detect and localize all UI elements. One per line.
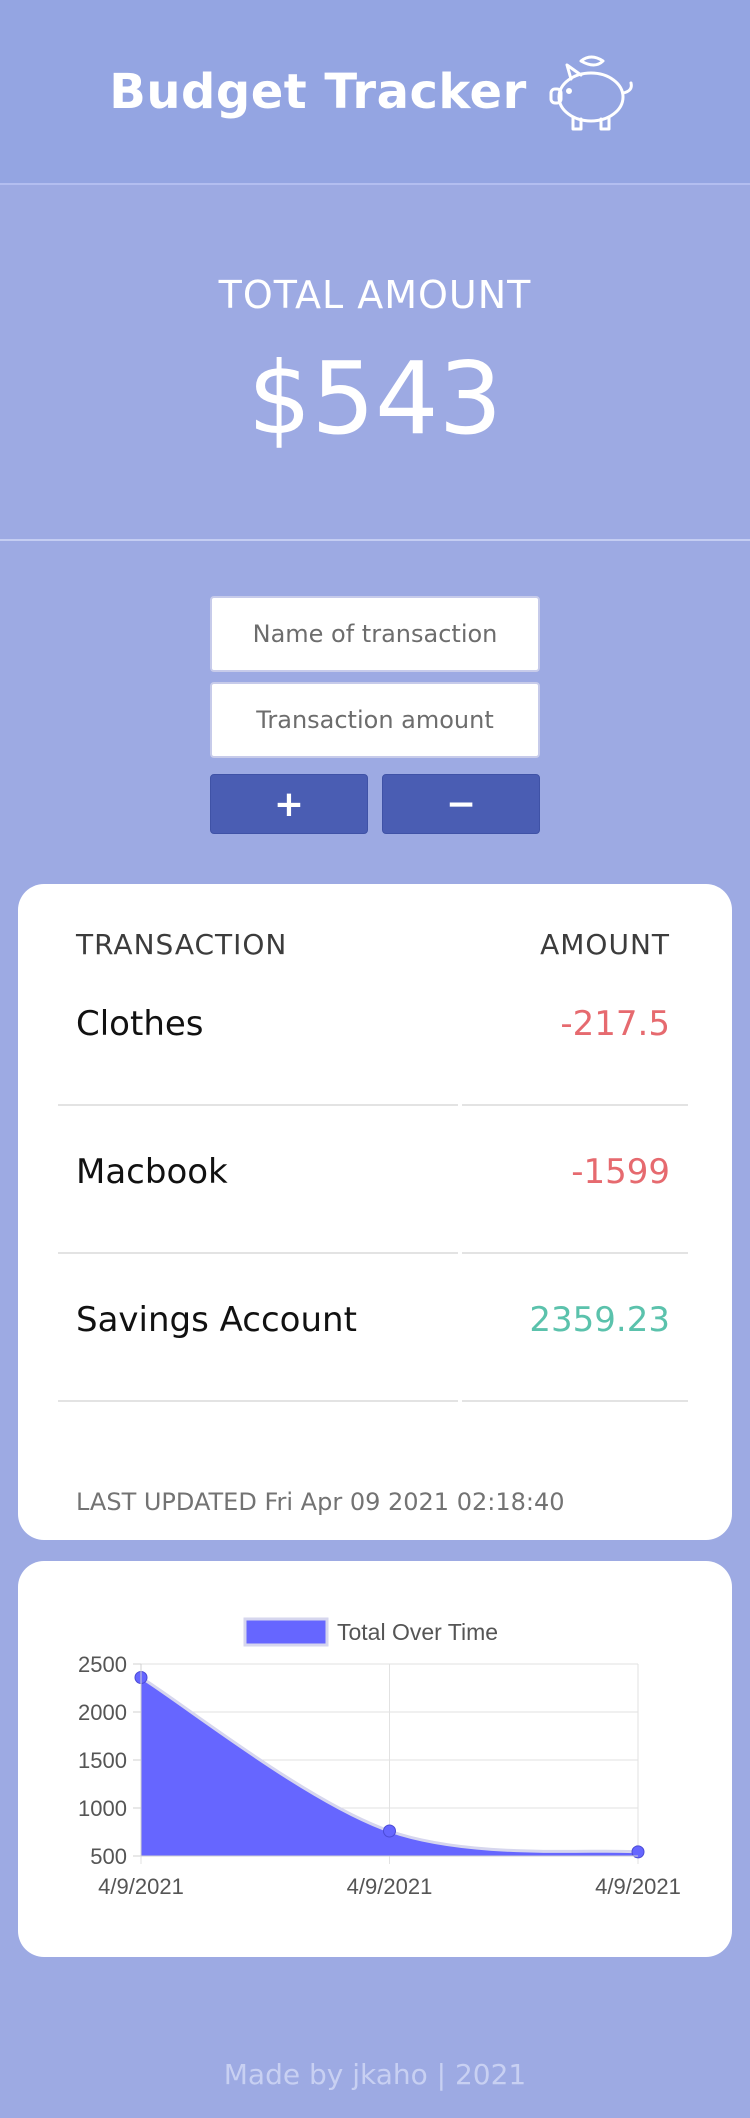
y-tick-label: 1000 <box>78 1796 127 1821</box>
y-tick-label: 2000 <box>78 1700 127 1725</box>
add-funds-button[interactable]: + <box>210 774 368 834</box>
transaction-column-header: TRANSACTION <box>76 928 288 961</box>
total-over-time-chart: 500 1000 1500 2000 2500 4/9/2021 4/9/2021 4/9/2… <box>78 1617 681 1899</box>
y-tick-label: 2500 <box>78 1652 127 1677</box>
y-tick-label: 500 <box>90 1844 127 1869</box>
subtract-funds-button[interactable]: − <box>382 774 540 834</box>
data-point[interactable] <box>383 1824 396 1838</box>
transactions-card: TRANSACTION AMOUNT Clothes -217.5 Macboo… <box>18 884 732 1540</box>
transaction-amount: 2359.23 <box>529 1300 670 1340</box>
total-section: TOTAL AMOUNT $543 <box>0 185 750 541</box>
transaction-amount: -217.5 <box>560 1004 670 1044</box>
y-tick-label: 1500 <box>78 1748 127 1773</box>
footer-credit: Made by jkaho | 2021 <box>223 2058 527 2091</box>
transaction-amount-input[interactable] <box>210 682 540 758</box>
piggy-bank-icon <box>549 55 633 130</box>
app-header: Budget Tracker <box>0 0 750 185</box>
transaction-name: Savings Account <box>76 1300 357 1340</box>
total-amount-value: $543 <box>247 340 503 457</box>
amount-column-header: AMOUNT <box>540 928 670 961</box>
row-divider <box>58 1400 458 1402</box>
table-row: Macbook -1599 <box>58 1106 688 1254</box>
total-amount-label: TOTAL AMOUNT <box>218 273 532 317</box>
transaction-name-input[interactable] <box>210 596 540 672</box>
table-row: Clothes -217.5 <box>58 958 688 1106</box>
row-divider <box>462 1400 688 1402</box>
legend-label[interactable]: Total Over Time <box>337 1619 498 1645</box>
transaction-amount: -1599 <box>571 1152 670 1192</box>
last-updated-text: LAST UPDATED Fri Apr 09 2021 02:18:40 <box>76 1488 565 1516</box>
x-tick-label: 4/9/2021 <box>347 1874 433 1899</box>
x-tick-label: 4/9/2021 <box>595 1874 681 1899</box>
transaction-name: Macbook <box>76 1152 228 1192</box>
x-tick-label: 4/9/2021 <box>98 1874 184 1899</box>
legend-swatch[interactable] <box>243 1617 329 1647</box>
table-row: Savings Account 2359.23 <box>58 1254 688 1402</box>
transaction-name: Clothes <box>76 1004 204 1044</box>
chart-card: 500 1000 1500 2000 2500 4/9/2021 4/9/2021 4/9/2… <box>18 1561 732 1957</box>
app-title: Budget Tracker <box>109 63 527 120</box>
